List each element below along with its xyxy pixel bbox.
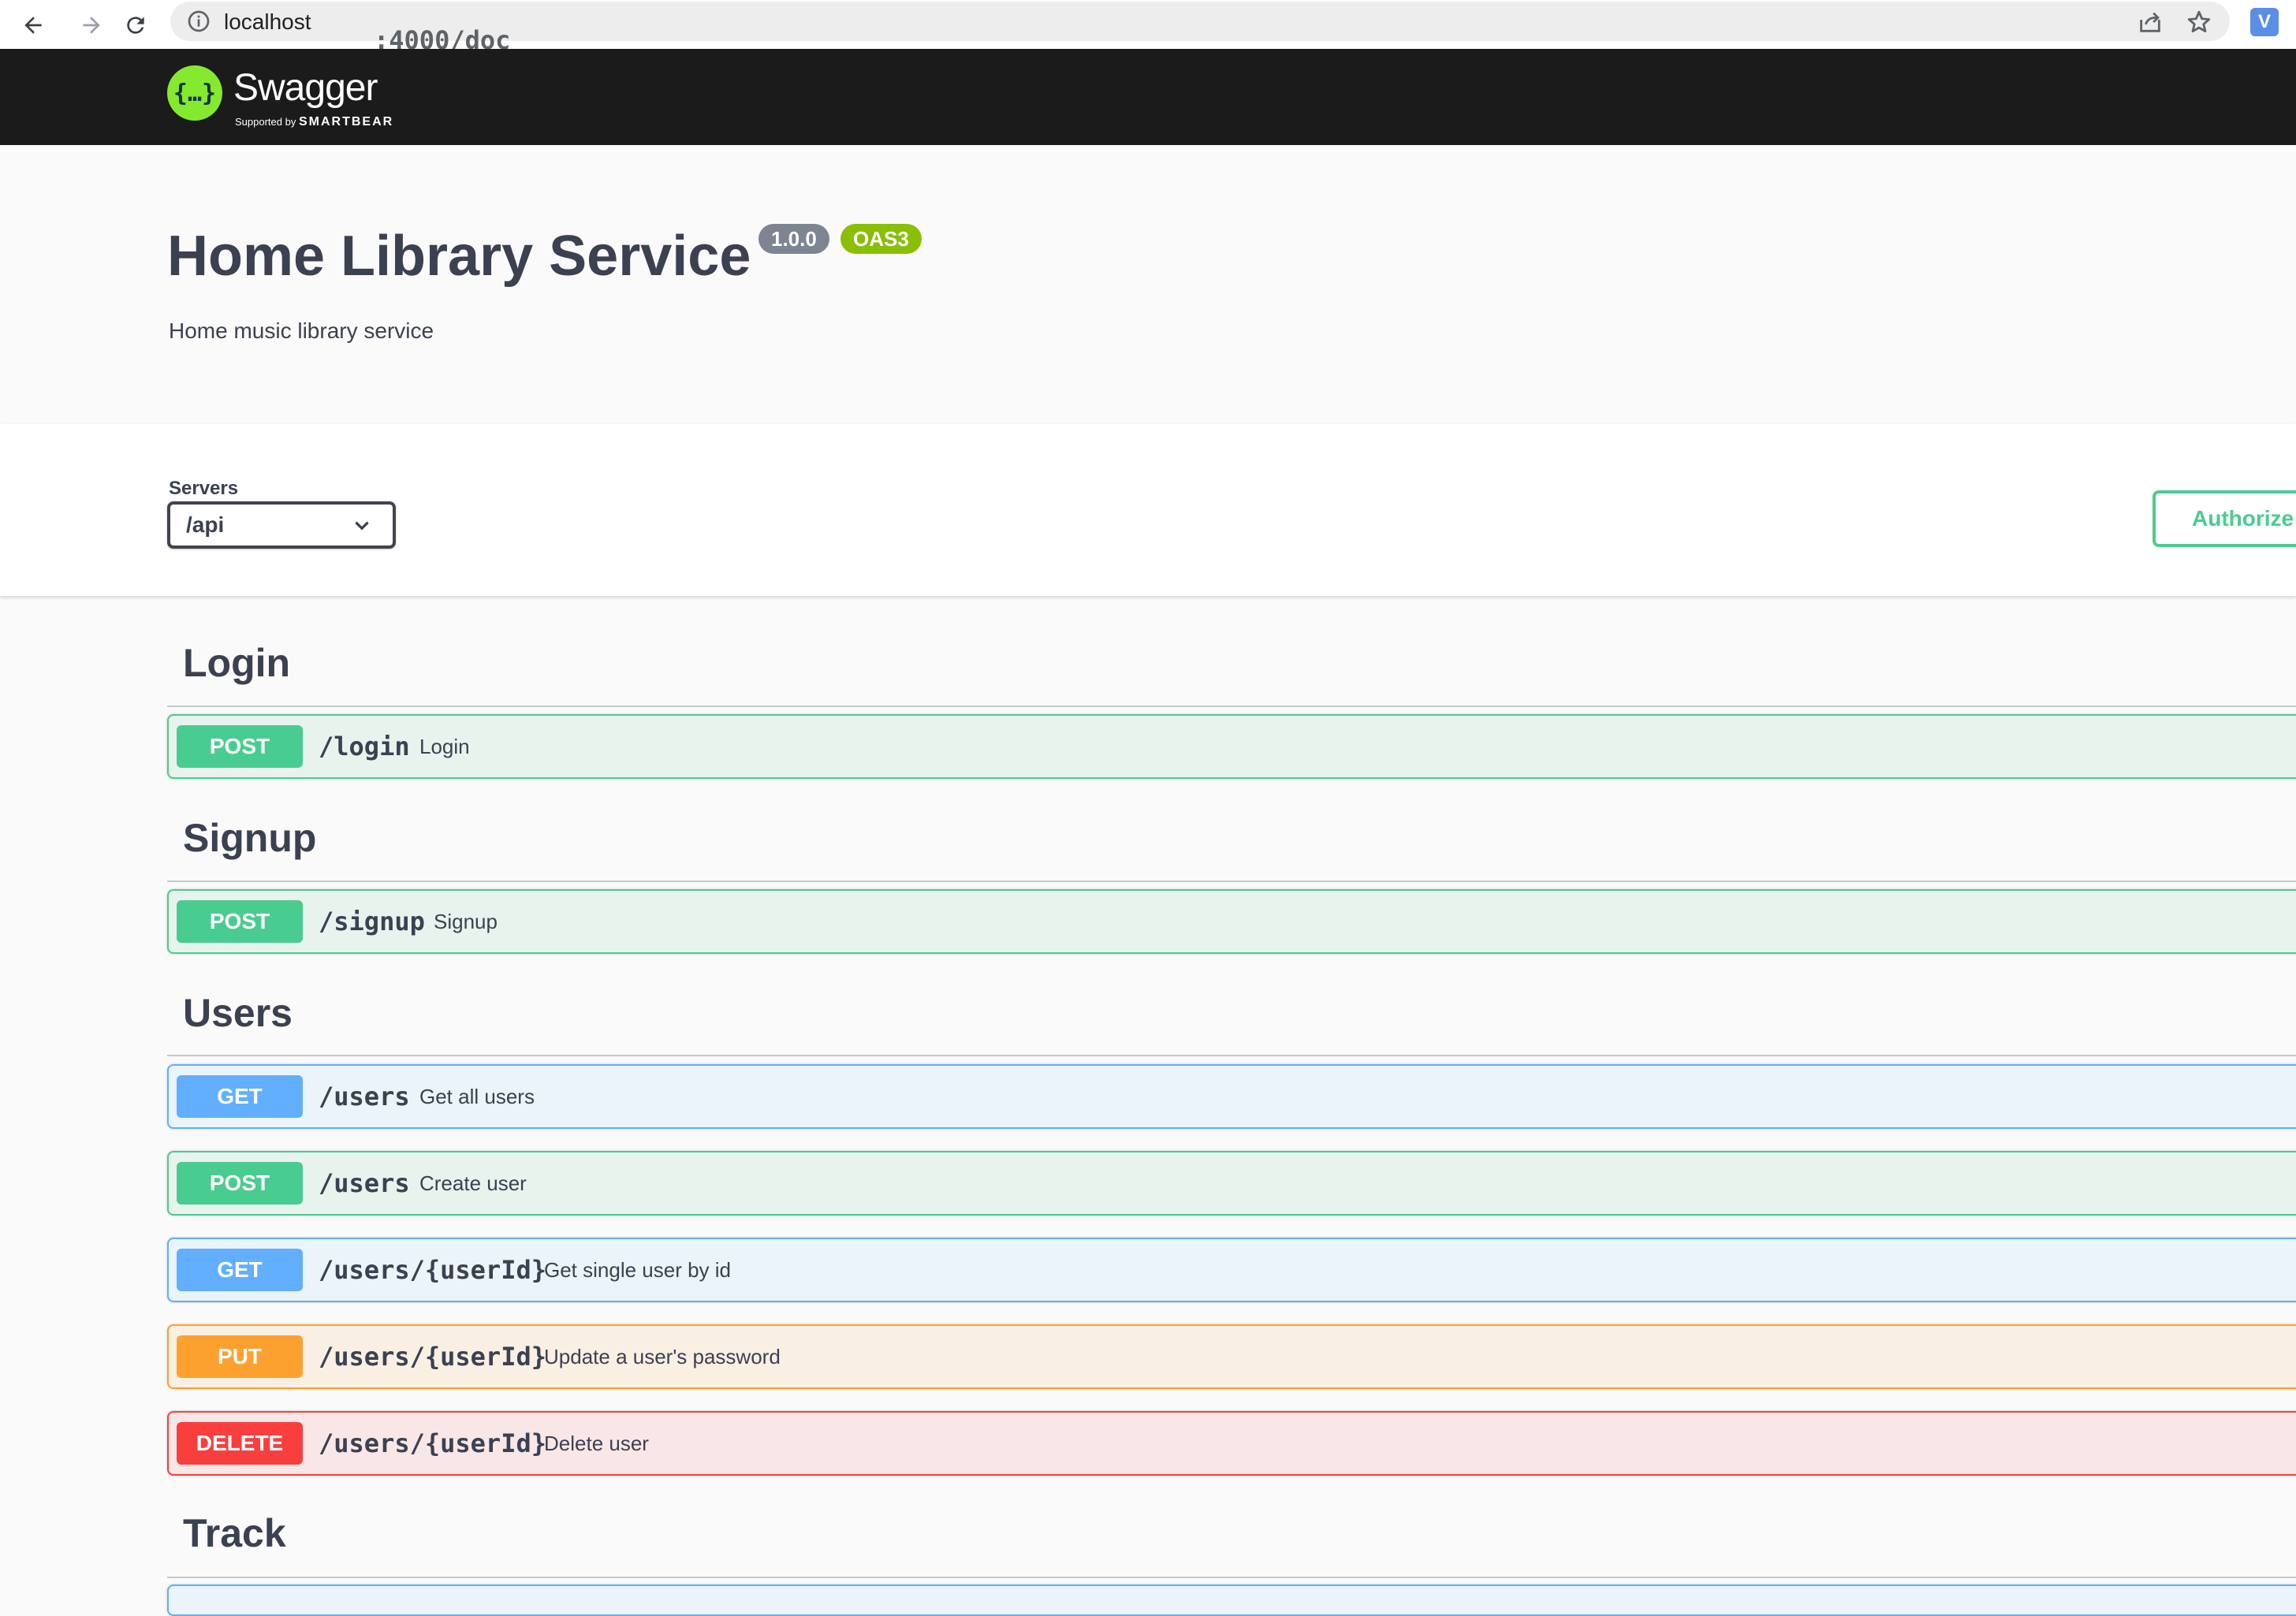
- tag-users[interactable]: Users: [183, 990, 293, 1036]
- servers-label: Servers: [169, 478, 239, 499]
- tag-signup[interactable]: Signup: [183, 815, 316, 861]
- opblock-get-users[interactable]: GET /users Get all users: [167, 1064, 2296, 1129]
- logo-sub-prefix: Supported by: [235, 116, 296, 128]
- url-host: localhost: [224, 9, 311, 34]
- tag-divider: [167, 881, 2296, 882]
- tag-divider: [167, 706, 2296, 707]
- browser-toolbar: localhost:4000/doc V: [0, 0, 2296, 55]
- swagger-logo-subtitle: Supported by SMARTBEAR: [235, 115, 393, 129]
- operation-path: /users: [319, 1082, 410, 1111]
- operation-summary: Get all users: [419, 1085, 535, 1108]
- authorize-button[interactable]: Authorize: [2152, 490, 2296, 547]
- operation-path: /users: [319, 1168, 410, 1198]
- method-badge: DELETE: [177, 1422, 303, 1465]
- forward-arrow-icon: [83, 17, 100, 34]
- swagger-logo-icon[interactable]: {…}: [167, 65, 222, 121]
- tag-divider: [167, 1055, 2296, 1056]
- oas-badge: OAS3: [840, 224, 922, 254]
- api-info-section: Home Library Service 1.0.0 OAS3 Home mus…: [0, 145, 2296, 424]
- method-badge: POST: [177, 725, 303, 768]
- back-arrow-icon: [24, 17, 42, 34]
- back-button[interactable]: [14, 6, 52, 44]
- chevron-down-icon: [355, 521, 369, 531]
- swagger-logo-title[interactable]: Swagger: [233, 66, 378, 110]
- servers-selected-value: /api: [186, 512, 225, 537]
- method-badge: POST: [177, 900, 303, 943]
- version-badge: 1.0.0: [758, 224, 829, 254]
- operation-summary: Signup: [434, 910, 498, 933]
- operation-summary: Login: [419, 735, 470, 758]
- operation-summary: Delete user: [544, 1432, 649, 1455]
- api-description: Home music library service: [169, 318, 434, 343]
- share-icon[interactable]: [2137, 9, 2164, 35]
- operation-path: /login: [319, 732, 410, 761]
- operation-path: /users/{userId}: [319, 1428, 546, 1458]
- tag-track[interactable]: Track: [183, 1510, 286, 1556]
- scheme-container: Servers /api Authorize: [0, 424, 2296, 596]
- opblock-post-users[interactable]: POST /users Create user: [167, 1151, 2296, 1216]
- opblock-post-login[interactable]: POST /login Login: [167, 714, 2296, 779]
- method-badge: POST: [177, 1162, 303, 1205]
- operation-summary: Update a user's password: [544, 1345, 781, 1368]
- profile-avatar[interactable]: V: [2250, 8, 2279, 36]
- opblock-get-user-by-id[interactable]: GET /users/{userId} Get single user by i…: [167, 1238, 2296, 1302]
- opblock-delete-user[interactable]: DELETE /users/{userId} Delete user: [167, 1411, 2296, 1476]
- opblock-post-signup[interactable]: POST /signup Signup: [167, 889, 2296, 954]
- operation-summary: Get single user by id: [544, 1258, 732, 1282]
- logo-sub-brand: SMARTBEAR: [298, 115, 394, 128]
- reload-button[interactable]: [117, 6, 155, 44]
- address-bar[interactable]: localhost:4000/doc: [170, 2, 2230, 55]
- servers-select[interactable]: /api: [167, 501, 396, 549]
- forward-button[interactable]: [73, 6, 110, 44]
- swagger-topbar: {…} Swagger Supported by SMARTBEAR: [0, 49, 2296, 145]
- operation-path: /users/{userId}: [319, 1342, 546, 1372]
- operation-path: /signup: [319, 907, 425, 936]
- tag-login[interactable]: Login: [183, 640, 290, 686]
- operation-path: /users/{userId}: [319, 1255, 546, 1285]
- tag-divider: [167, 1577, 2296, 1578]
- bookmark-star-icon[interactable]: [2186, 9, 2212, 35]
- api-title: Home Library Service: [167, 225, 751, 288]
- operation-summary: Create user: [419, 1171, 527, 1195]
- site-info-icon[interactable]: [186, 9, 211, 34]
- method-badge: PUT: [177, 1335, 303, 1378]
- reload-icon: [127, 17, 144, 34]
- method-badge: GET: [177, 1075, 303, 1118]
- opblock-track-partial[interactable]: [167, 1584, 2296, 1616]
- url-text[interactable]: localhost:4000/doc: [224, 9, 510, 55]
- method-badge: GET: [177, 1249, 303, 1291]
- opblock-put-user[interactable]: PUT /users/{userId} Update a user's pass…: [167, 1324, 2296, 1389]
